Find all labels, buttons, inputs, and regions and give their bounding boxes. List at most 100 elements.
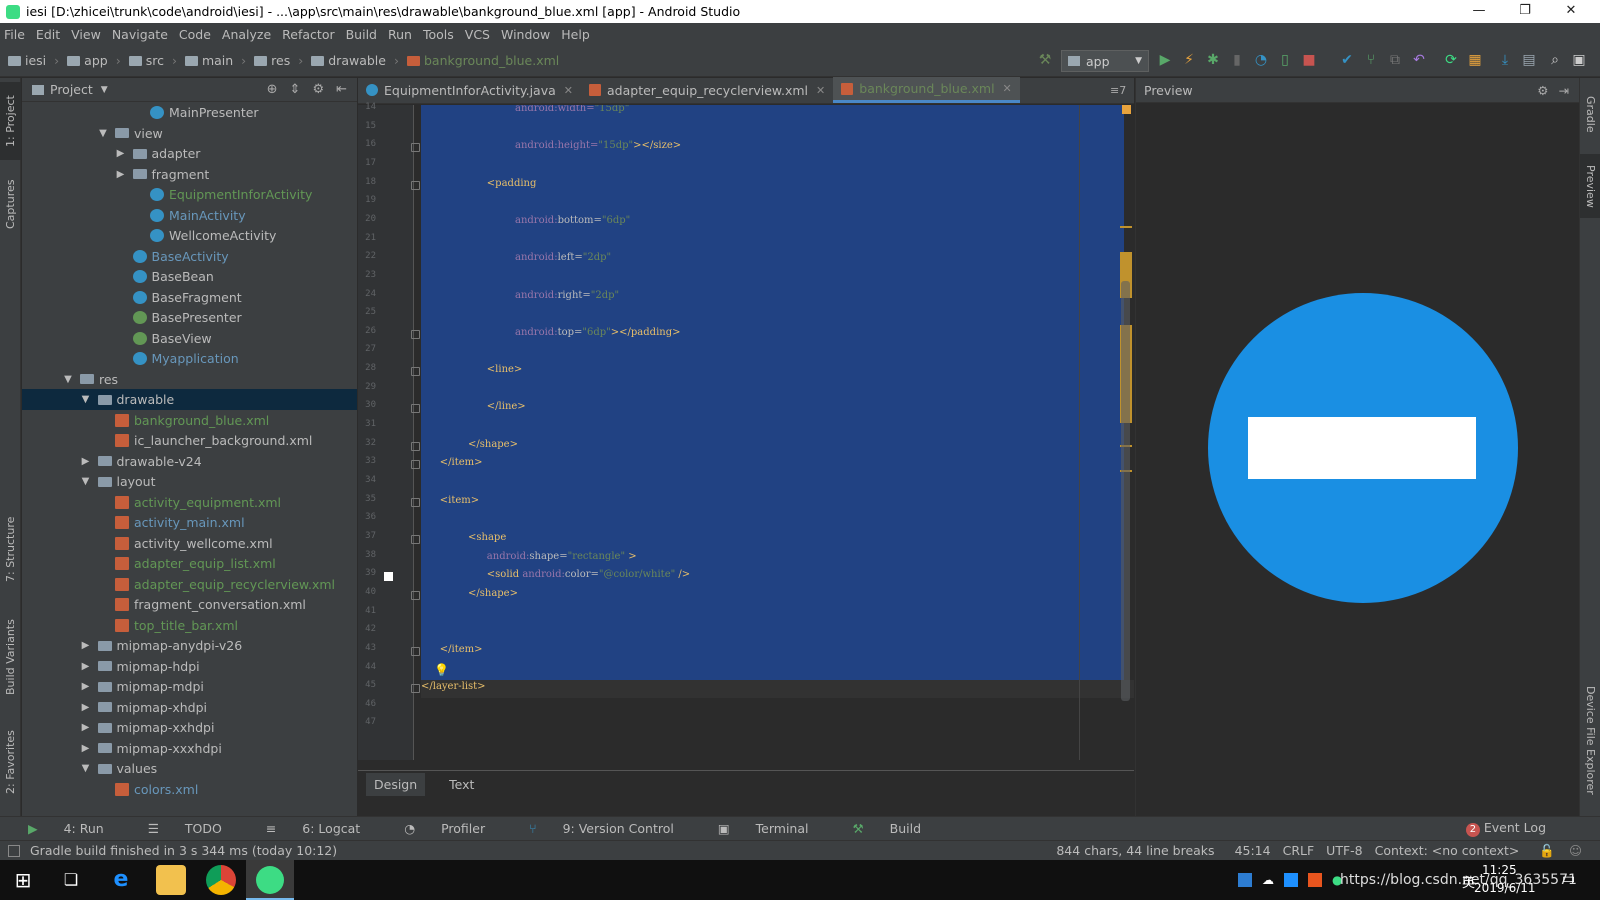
tree-item[interactable]: activity_equipment.xml [22,492,357,513]
edge-icon[interactable]: e [106,865,136,895]
tree-item[interactable]: EquipmentInforActivity [22,184,357,205]
tree-item[interactable]: WellcomeActivity [22,225,357,246]
tree-item[interactable]: ▶ adapter [22,143,357,164]
tree-item[interactable]: ▼ drawable [22,389,357,410]
tree-item[interactable]: ▶ drawable-v24 [22,451,357,472]
tree-item[interactable]: fragment_conversation.xml [22,594,357,615]
tool-tab-favorites[interactable]: 2: Favorites [0,718,21,806]
tree-item[interactable]: ▶ mipmap-anydpi-v26 [22,635,357,656]
line-number[interactable]: 46 [358,699,376,709]
toggle-tool-windows-icon[interactable] [8,844,20,857]
fold-marker-icon[interactable] [411,180,420,190]
sdk-manager-icon[interactable]: ⤓ [1496,51,1514,69]
tree-item[interactable]: adapter_equip_list.xml [22,553,357,574]
clock-date[interactable]: 2019/6/11 [1474,881,1536,895]
line-number[interactable]: 31 [358,419,376,429]
tree-item[interactable]: MainActivity [22,205,357,226]
menu-file[interactable]: File [4,27,25,42]
hector-icon[interactable]: ☺ [1569,843,1582,858]
tree-item[interactable]: ic_launcher_background.xml [22,430,357,451]
tree-item[interactable]: colors.xml [22,779,357,800]
line-number[interactable]: 18 [358,177,376,187]
status-message[interactable]: Gradle build finished in 3 s 344 ms (tod… [30,843,337,858]
breadcrumb-main[interactable]: main › [184,53,246,68]
tree-item[interactable]: BasePresenter [22,307,357,328]
tree-item[interactable]: ▶ mipmap-xhdpi [22,697,357,718]
line-number[interactable]: 39 [358,568,376,578]
vcs-update-icon[interactable]: ✔ [1338,51,1356,69]
menu-tools[interactable]: Tools [423,27,454,42]
line-separator[interactable]: CRLF [1283,843,1315,858]
settings-icon[interactable]: ⚙ [1537,83,1548,98]
tool-tab-build-variants[interactable]: Build Variants [0,608,21,706]
collapse-arrow-icon[interactable]: ▶ [80,640,92,651]
caret-position[interactable]: 45:14 [1235,843,1271,858]
chrome-icon[interactable] [206,865,236,895]
hide-panel-icon[interactable]: ⇥ [1559,83,1569,98]
line-number[interactable]: 17 [358,158,376,168]
code-area[interactable]: android:width="15dp" android:height="15dp… [421,105,1134,760]
line-number[interactable]: 40 [358,587,376,597]
tree-item[interactable]: Myapplication [22,348,357,369]
line-number[interactable]: 42 [358,624,376,634]
chevron-down-icon[interactable]: ▼ [101,85,108,95]
tab-design[interactable]: Design [366,772,426,796]
breadcrumb-res[interactable]: res › [254,53,303,68]
notification-icon[interactable]: ▭ [1562,871,1575,887]
line-number[interactable]: 25 [358,307,376,317]
tree-item[interactable]: top_title_bar.xml [22,615,357,636]
fold-marker-icon[interactable] [411,367,420,377]
fold-marker-icon[interactable] [411,404,420,414]
task-view-icon[interactable]: ❏ [56,865,86,895]
tree-item[interactable]: bankground_blue.xml [22,410,357,431]
run-configuration-select[interactable]: app ▼ [1061,50,1149,72]
line-number[interactable]: 36 [358,512,376,522]
coverage-icon[interactable]: ▯ [1276,51,1294,69]
tool-window-event-log[interactable]: 2 Event Log [1465,820,1568,837]
expand-arrow-icon[interactable]: ▼ [80,763,92,774]
tool-window-todo[interactable]: ☰ TODO [148,821,244,836]
tool-window-profiler[interactable]: ◔ Profiler [404,821,507,836]
run-icon[interactable]: ▶ [1156,51,1174,69]
line-number[interactable]: 38 [358,550,376,560]
collapse-arrow-icon[interactable]: ▶ [80,661,92,672]
revert-icon[interactable]: ↶ [1410,51,1428,69]
tree-item[interactable]: ▶ fragment [22,164,357,185]
line-number[interactable]: 14 [358,102,376,112]
tray-app-icon[interactable] [1238,873,1252,887]
project-structure-icon[interactable]: ▤ [1520,51,1538,69]
line-number[interactable]: 24 [358,289,376,299]
expand-arrow-icon[interactable]: ▼ [97,128,109,139]
editor-scrollbar[interactable] [1121,281,1130,701]
sync-gradle-icon[interactable]: ⟳ [1442,51,1460,69]
menu-navigate[interactable]: Navigate [112,27,168,42]
android-studio-taskbar-item[interactable] [246,860,294,900]
close-button[interactable]: ✕ [1548,0,1594,23]
line-number[interactable]: 19 [358,195,376,205]
tree-item[interactable]: BaseFragment [22,287,357,308]
menu-vcs[interactable]: VCS [465,27,490,42]
color-swatch-icon[interactable] [384,572,393,582]
settings-icon[interactable]: ⚙ [312,82,324,97]
breadcrumb-iesi[interactable]: iesi › [8,53,59,68]
tree-item[interactable]: BaseBean [22,266,357,287]
breadcrumb-src[interactable]: src › [128,53,177,68]
tab-text[interactable]: Text [441,773,482,796]
expand-arrow-icon[interactable]: ▼ [62,374,74,385]
tree-item[interactable]: ▶ mipmap-xxhdpi [22,717,357,738]
fold-marker-icon[interactable] [411,460,420,470]
close-tab-icon[interactable]: ✕ [1003,82,1012,95]
editor-tab[interactable]: bankground_blue.xml ✕ [833,77,1020,103]
line-number[interactable]: 47 [358,717,376,727]
collapse-arrow-icon[interactable]: ▶ [80,681,92,692]
line-number[interactable]: 26 [358,326,376,336]
intention-bulb-icon[interactable]: 💡 [434,663,449,677]
line-number[interactable]: 16 [358,139,376,149]
tool-window-terminal[interactable]: ▣ Terminal [718,821,831,836]
tree-item[interactable]: activity_wellcome.xml [22,533,357,554]
editor-tab[interactable]: EquipmentInforActivity.java ✕ [358,77,581,103]
collapse-arrow-icon[interactable]: ▶ [80,743,92,754]
tool-window-logcat[interactable]: ≡ 6: Logcat [266,821,382,836]
context-indicator[interactable]: Context: <no context> [1375,843,1520,858]
debug-icon[interactable]: ✱ [1204,51,1222,69]
